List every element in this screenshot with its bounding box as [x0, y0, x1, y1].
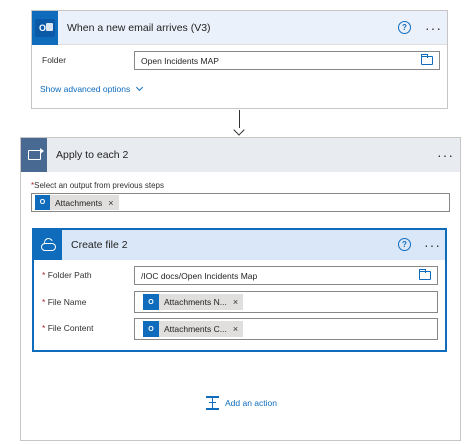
outlook-icon: O: [35, 195, 50, 210]
loop-icon: [21, 138, 47, 172]
attachments-token-label: Attachments: [55, 197, 103, 208]
more-options-icon[interactable]: ···: [424, 238, 441, 252]
file-content-label: * File Content: [42, 323, 94, 333]
show-advanced-options-label: Show advanced options: [40, 84, 131, 94]
attachments-name-token[interactable]: O Attachments N... ×: [143, 294, 244, 310]
folder-path-label: * Folder Path: [42, 270, 92, 280]
folder-path-value: /IOC docs/Open Incidents Map: [141, 270, 258, 281]
more-options-icon[interactable]: ···: [437, 148, 454, 162]
file-content-field[interactable]: O Attachments C... ×: [134, 318, 438, 340]
add-action-button[interactable]: Add an action: [206, 396, 277, 410]
close-icon[interactable]: ×: [233, 297, 238, 307]
help-icon[interactable]: ?: [398, 238, 411, 251]
close-icon[interactable]: ×: [233, 324, 238, 334]
arrow-down-icon: [233, 124, 245, 136]
show-advanced-options-link[interactable]: Show advanced options: [40, 83, 144, 94]
trigger-card-header[interactable]: O When a new email arrives (V3) ? ···: [32, 10, 447, 45]
file-name-label: * File Name: [42, 297, 86, 307]
required-mark: *: [42, 297, 46, 307]
trigger-title: When a new email arrives (V3): [67, 21, 211, 34]
folder-field[interactable]: Open Incidents MAP: [134, 51, 440, 70]
onedrive-icon: [34, 230, 62, 260]
folder-path-label-text: Folder Path: [47, 270, 92, 280]
create-file-header[interactable]: Create file 2 ? ···: [34, 230, 445, 260]
close-icon[interactable]: ×: [108, 198, 113, 208]
apply-to-each-header[interactable]: Apply to each 2 ···: [21, 138, 460, 172]
attachments-name-token-label: Attachments N...: [164, 297, 227, 307]
folder-path-field[interactable]: /IOC docs/Open Incidents Map: [134, 266, 438, 285]
select-output-label: *Select an output from previous steps: [31, 181, 164, 190]
folder-label: Folder: [42, 55, 67, 65]
apply-to-each-title: Apply to each 2: [56, 149, 129, 161]
outlook-icon: O: [143, 294, 159, 310]
attachments-token[interactable]: O Attachments ×: [35, 195, 119, 210]
select-output-label-text: Select an output from previous steps: [34, 181, 164, 190]
file-name-field[interactable]: O Attachments N... ×: [134, 291, 438, 313]
outlook-icon: O: [32, 10, 58, 45]
attachments-content-token-label: Attachments C...: [164, 324, 227, 334]
trigger-card[interactable]: O When a new email arrives (V3) ? ··· Fo…: [31, 10, 448, 109]
folder-icon[interactable]: [419, 269, 431, 280]
outlook-icon: O: [143, 321, 159, 337]
file-content-label-text: File Content: [47, 323, 94, 333]
help-icon[interactable]: ?: [398, 21, 411, 34]
chevron-down-icon: [136, 83, 144, 92]
file-name-label-text: File Name: [47, 297, 87, 307]
required-mark: *: [42, 270, 46, 280]
attachments-content-token[interactable]: O Attachments C... ×: [143, 321, 244, 337]
required-mark: *: [42, 323, 46, 333]
more-options-icon[interactable]: ···: [425, 21, 442, 35]
select-output-field[interactable]: O Attachments ×: [31, 193, 450, 212]
outlook-icon-letter: O: [38, 22, 46, 33]
create-file-title: Create file 2: [71, 239, 128, 251]
add-action-icon: [206, 396, 219, 410]
folder-field-value: Open Incidents MAP: [141, 55, 219, 66]
create-file-card[interactable]: Create file 2 ? ··· * Folder Path /IOC d…: [32, 228, 447, 352]
add-action-label: Add an action: [225, 398, 277, 408]
folder-icon[interactable]: [421, 54, 433, 65]
